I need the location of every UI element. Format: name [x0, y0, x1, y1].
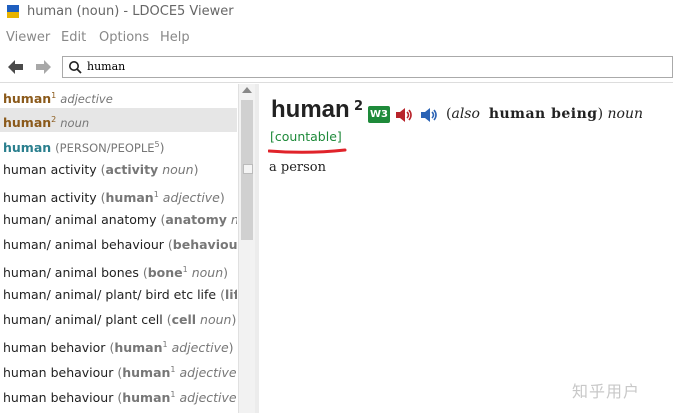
entry-headword: human [271, 96, 350, 123]
list-item[interactable]: human activity (human1 adjective) [0, 183, 237, 207]
results-scrollbar[interactable] [238, 84, 255, 413]
british-pronunciation-speaker-icon[interactable] [394, 106, 414, 124]
part-of-speech: noun [607, 106, 643, 122]
homograph-number: 2 [354, 99, 364, 114]
entry-view: human 2 W3 (also human being) noun [coun… [260, 84, 673, 413]
list-item[interactable]: human behaviour (human1 adjective) [0, 383, 237, 407]
back-button[interactable] [4, 55, 26, 79]
back-arrow-icon [8, 60, 23, 74]
list-item[interactable]: human/ animal behaviour (behaviour noun) [0, 233, 237, 257]
list-item-headword: human [3, 91, 52, 107]
window-title: human (noun) - LDOCE5 Viewer [27, 4, 234, 19]
list-item[interactable]: human1 adjective [0, 84, 237, 108]
toolbar: human [0, 52, 673, 83]
list-item[interactable]: human/ animal anatomy (anatomy noun) [0, 208, 237, 232]
list-item[interactable]: human behaviour (human1 adjective) [0, 358, 237, 382]
variant-form: (also human being) noun [446, 106, 643, 122]
scroll-thumb[interactable] [241, 100, 253, 240]
list-item[interactable]: human/ animal/ plant cell (cell noun) [0, 308, 237, 332]
search-icon [69, 61, 82, 74]
search-value: human [87, 60, 126, 73]
search-input[interactable]: human [62, 56, 673, 78]
list-item-headword: human [3, 115, 52, 131]
app-icon [7, 5, 19, 18]
watermark: 知乎用户 [572, 382, 641, 401]
scroll-grip [243, 164, 253, 174]
menu-viewer[interactable]: Viewer [6, 30, 50, 45]
title-bar: human (noun) - LDOCE5 Viewer [0, 0, 673, 24]
menu-help[interactable]: Help [160, 30, 190, 45]
red-underline-annotation [268, 148, 347, 154]
forward-button[interactable] [33, 55, 55, 79]
american-pronunciation-speaker-icon[interactable] [419, 106, 439, 124]
list-item-headword: human [3, 140, 52, 156]
list-item-selected[interactable]: human2 noun [0, 108, 237, 132]
frequency-badge: W3 [368, 106, 390, 123]
menu-options[interactable]: Options [99, 30, 149, 45]
results-list: human1 adjective human2 noun human (PERSON… [0, 84, 237, 413]
list-item[interactable]: human/ animal bones (bone1 noun) [0, 258, 237, 282]
forward-arrow-icon [36, 60, 51, 74]
menu-bar: Viewer Edit Options Help [0, 26, 673, 48]
definition-text: a person [269, 160, 326, 175]
list-item[interactable]: human/ animal/ plant/ bird etc life (lif… [0, 283, 237, 307]
list-item[interactable]: human activity (activity noun) [0, 158, 237, 182]
list-item[interactable]: human behavior (human1 adjective) [0, 333, 237, 357]
grammar-label: [countable] [270, 129, 342, 144]
list-item[interactable]: human (PERSON/PEOPLE5) [0, 133, 237, 157]
pane-splitter[interactable] [255, 84, 259, 413]
scroll-up-arrow-icon[interactable] [242, 87, 252, 93]
menu-edit[interactable]: Edit [61, 30, 86, 45]
